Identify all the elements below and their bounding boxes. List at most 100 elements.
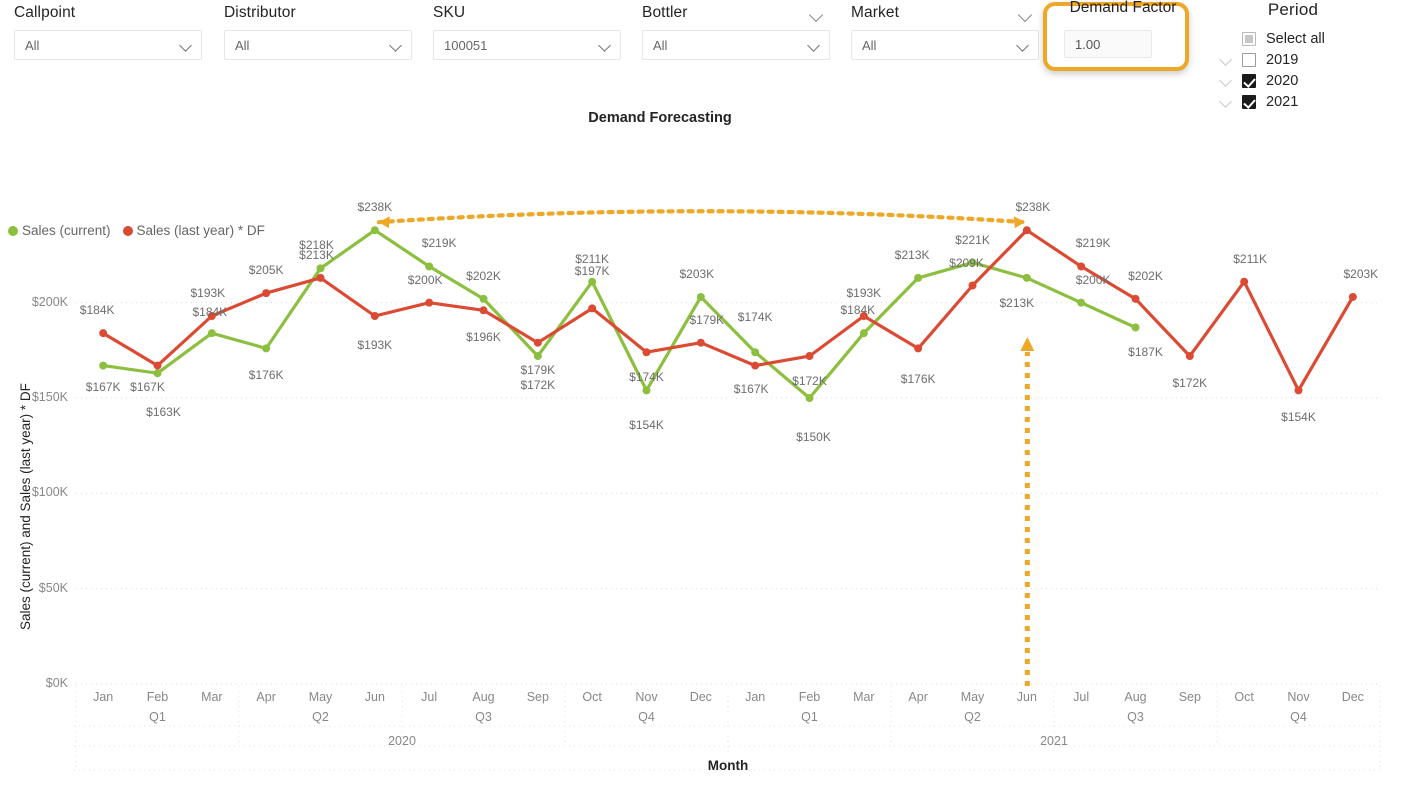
demand-factor-input[interactable]: 1.00: [1064, 30, 1152, 58]
data-label: $202K: [1128, 268, 1163, 283]
x-axis-month-tick: Jul: [421, 690, 438, 704]
data-point[interactable]: [751, 361, 760, 370]
data-point[interactable]: [642, 348, 651, 357]
x-axis-month-tick: Feb: [798, 690, 821, 704]
data-label: $219K: [421, 236, 457, 251]
annotation-arc: [376, 209, 1027, 225]
data-point[interactable]: [696, 292, 705, 301]
data-point[interactable]: [914, 273, 923, 282]
data-point[interactable]: [1185, 352, 1194, 361]
data-point[interactable]: [1131, 323, 1140, 332]
data-label: $184K: [192, 305, 228, 320]
data-label: $193K: [357, 338, 393, 352]
data-point[interactable]: [588, 277, 597, 286]
data-point[interactable]: [1077, 298, 1086, 307]
data-point[interactable]: [479, 306, 488, 315]
data-label: $172K: [792, 374, 827, 389]
x-axis-year-tick: 2021: [1040, 734, 1068, 748]
data-label: $184K: [840, 303, 876, 318]
data-point[interactable]: [425, 298, 434, 307]
data-point[interactable]: [1348, 292, 1357, 301]
x-axis-month-tick: Jun: [1016, 690, 1037, 704]
data-point[interactable]: [751, 348, 760, 357]
data-label: $184K: [79, 303, 115, 318]
x-axis-month-tick: Oct: [1234, 690, 1254, 704]
data-point[interactable]: [642, 386, 651, 395]
data-point[interactable]: [1240, 277, 1249, 286]
x-axis-month-tick: Dec: [689, 690, 712, 704]
annotation-arc-arrowhead-right: [1013, 216, 1025, 229]
data-point[interactable]: [153, 361, 162, 370]
x-axis-month-tick: Nov: [635, 690, 658, 704]
data-label: $154K: [629, 418, 664, 433]
data-point[interactable]: [370, 226, 379, 235]
data-label: $179K: [689, 312, 725, 327]
data-label: $238K: [357, 200, 393, 215]
x-axis-month-tick: Aug: [1124, 690, 1147, 704]
data-point[interactable]: [805, 394, 814, 402]
y-axis-tick: $200K: [31, 294, 68, 309]
x-axis-quarter-tick: Q3: [475, 710, 492, 724]
data-point[interactable]: [914, 344, 923, 353]
data-point[interactable]: [370, 312, 379, 321]
data-label: $176K: [248, 368, 284, 383]
data-point[interactable]: [1022, 273, 1031, 282]
data-label: $176K: [900, 372, 936, 387]
x-axis-title: Month: [707, 758, 749, 773]
data-label: $202K: [466, 268, 501, 283]
data-label: $179K: [520, 362, 556, 377]
x-axis-month-tick: Sep: [526, 690, 549, 704]
x-axis-quarter-tick: Q2: [312, 710, 329, 724]
y-axis-tick: $0K: [45, 676, 68, 690]
annotation-arc-arrowhead-left: [378, 216, 390, 229]
data-label: $193K: [846, 286, 882, 300]
data-point[interactable]: [588, 304, 597, 313]
data-label: $238K: [1015, 200, 1051, 215]
data-label: $172K: [520, 378, 556, 393]
data-point[interactable]: [805, 352, 814, 361]
data-point[interactable]: [533, 352, 542, 361]
data-point[interactable]: [859, 329, 868, 338]
chart-plot-area: [74, 209, 1381, 771]
x-axis-quarter-tick: Q1: [801, 710, 818, 724]
y-axis-tick: $150K: [31, 390, 68, 404]
data-label: $213K: [999, 295, 1035, 310]
x-axis-month-tick: Jul: [1073, 690, 1090, 704]
data-label: $193K: [190, 286, 226, 300]
data-point[interactable]: [153, 369, 162, 378]
data-point[interactable]: [479, 294, 488, 303]
data-point[interactable]: [99, 329, 108, 338]
x-axis-month-tick: Apr: [908, 690, 928, 704]
data-point[interactable]: [533, 338, 542, 347]
y-axis-tick: $100K: [31, 485, 68, 500]
x-axis-month-tick: Jan: [93, 690, 114, 704]
data-point[interactable]: [1077, 262, 1086, 271]
data-point[interactable]: [262, 344, 271, 353]
data-point[interactable]: [316, 264, 325, 273]
x-axis-month-tick: Sep: [1178, 690, 1201, 704]
x-axis-quarter-tick: Q2: [964, 710, 981, 724]
data-point[interactable]: [968, 281, 977, 290]
x-axis-month-tick: May: [308, 690, 333, 704]
x-axis-year-tick: 2020: [388, 734, 416, 748]
data-point[interactable]: [1131, 294, 1140, 303]
y-axis-tick: $50K: [38, 580, 68, 595]
data-label: $174K: [629, 370, 664, 385]
data-point[interactable]: [1294, 386, 1303, 395]
data-label: $172K: [1172, 376, 1208, 391]
data-point[interactable]: [99, 361, 108, 370]
data-point[interactable]: [425, 262, 434, 271]
x-axis-quarter-tick: Q1: [149, 710, 166, 724]
data-label: $213K: [894, 247, 930, 262]
data-point[interactable]: [1022, 226, 1031, 235]
data-label: $213K: [299, 247, 334, 262]
data-point[interactable]: [316, 273, 325, 282]
x-axis-month-tick: Dec: [1341, 690, 1364, 704]
data-point[interactable]: [696, 338, 705, 347]
data-point[interactable]: [262, 289, 271, 298]
data-label: $219K: [1075, 236, 1111, 251]
data-label: $209K: [949, 255, 984, 270]
data-point[interactable]: [207, 329, 216, 338]
x-axis-quarter-tick: Q4: [1290, 710, 1307, 724]
data-label: $167K: [130, 379, 165, 394]
